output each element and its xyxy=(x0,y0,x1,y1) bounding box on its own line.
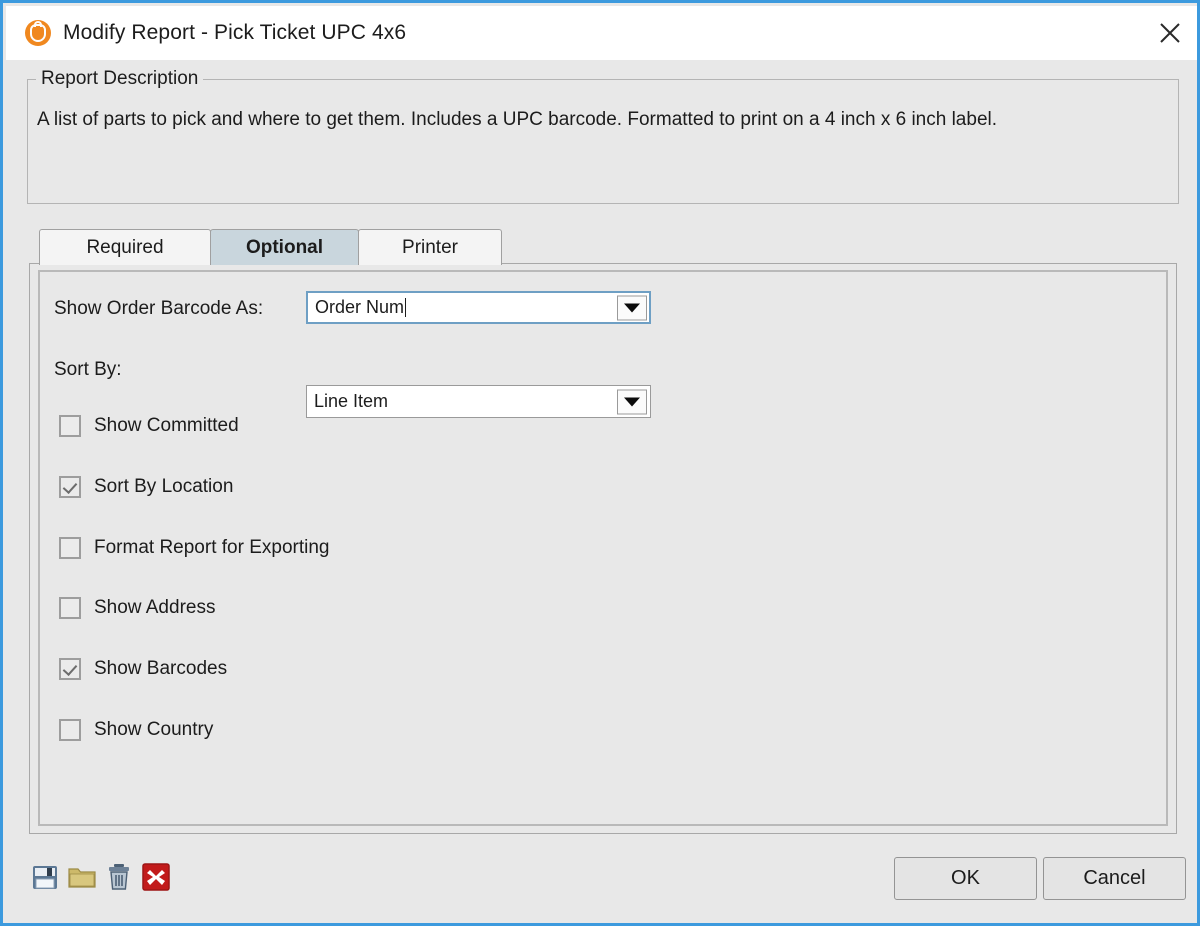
tab-printer[interactable]: Printer xyxy=(358,229,502,265)
checkbox-show-address[interactable]: Show Address xyxy=(59,597,215,619)
checkbox-sort-by-location[interactable]: Sort By Location xyxy=(59,476,233,498)
field-sort-by: Sort By: xyxy=(54,354,122,386)
report-description-group: Report Description A list of parts to pi… xyxy=(27,68,1179,204)
checkbox-show-committed[interactable]: Show Committed xyxy=(59,415,239,437)
sort-by-label: Sort By: xyxy=(54,359,122,380)
folder-icon[interactable] xyxy=(67,862,99,894)
delete-x-icon[interactable] xyxy=(141,862,173,894)
options-group: Show Order Barcode As: Order Num Sort By… xyxy=(38,270,1168,826)
report-description-text: A list of parts to pick and where to get… xyxy=(37,109,998,130)
show-order-barcode-as-label: Show Order Barcode As: xyxy=(54,298,264,319)
window-title: Modify Report - Pick Ticket UPC 4x6 xyxy=(63,21,407,44)
text-caret xyxy=(405,298,407,317)
checkbox-label: Show Address xyxy=(94,597,216,618)
cancel-button-label: Cancel xyxy=(1083,867,1146,889)
checkbox-label: Sort By Location xyxy=(94,476,234,497)
modify-report-dialog: Modify Report - Pick Ticket UPC 4x6 Repo… xyxy=(0,0,1200,926)
tab-optional[interactable]: Optional xyxy=(210,229,359,265)
checkbox-label: Show Committed xyxy=(94,415,239,436)
tab-printer-label: Printer xyxy=(402,236,458,258)
trash-icon[interactable] xyxy=(104,862,136,894)
field-show-order-barcode-as: Show Order Barcode As: xyxy=(54,293,263,325)
close-icon[interactable] xyxy=(1140,6,1197,60)
checkbox-show-barcodes[interactable]: Show Barcodes xyxy=(59,658,227,680)
save-icon[interactable] xyxy=(30,862,62,894)
checkbox-box[interactable] xyxy=(59,719,81,741)
ok-button[interactable]: OK xyxy=(894,857,1037,900)
checkbox-format-report-for-exporting[interactable]: Format Report for Exporting xyxy=(59,537,329,559)
title-bar: Modify Report - Pick Ticket UPC 4x6 xyxy=(6,6,1197,60)
checkbox-label: Show Country xyxy=(94,719,214,740)
checkbox-box[interactable] xyxy=(59,537,81,559)
report-description-legend: Report Description xyxy=(36,68,204,90)
checkbox-box[interactable] xyxy=(59,658,81,680)
sort-by-value: Line Item xyxy=(314,391,389,411)
checkbox-label: Show Barcodes xyxy=(94,658,228,679)
report-app-icon xyxy=(25,20,51,46)
show-order-barcode-as-value: Order Num xyxy=(315,297,405,317)
tab-required[interactable]: Required xyxy=(39,229,211,265)
chevron-down-icon[interactable] xyxy=(617,295,647,320)
sort-by-combo[interactable]: Line Item xyxy=(306,385,651,418)
checkbox-show-country[interactable]: Show Country xyxy=(59,719,213,741)
ok-button-label: OK xyxy=(951,867,980,889)
checkbox-box[interactable] xyxy=(59,597,81,619)
cancel-button[interactable]: Cancel xyxy=(1043,857,1186,900)
show-order-barcode-as-combo[interactable]: Order Num xyxy=(306,291,651,324)
chevron-down-icon[interactable] xyxy=(617,389,647,414)
checkbox-label: Format Report for Exporting xyxy=(94,537,330,558)
tab-optional-label: Optional xyxy=(245,236,324,258)
tab-required-label: Required xyxy=(86,236,164,258)
tab-strip: Required Optional Printer xyxy=(39,228,502,265)
checkbox-box[interactable] xyxy=(59,415,81,437)
checkbox-box[interactable] xyxy=(59,476,81,498)
tab-panel-optional: Show Order Barcode As: Order Num Sort By… xyxy=(29,263,1177,834)
dialog-footer: OK Cancel xyxy=(6,841,1194,920)
